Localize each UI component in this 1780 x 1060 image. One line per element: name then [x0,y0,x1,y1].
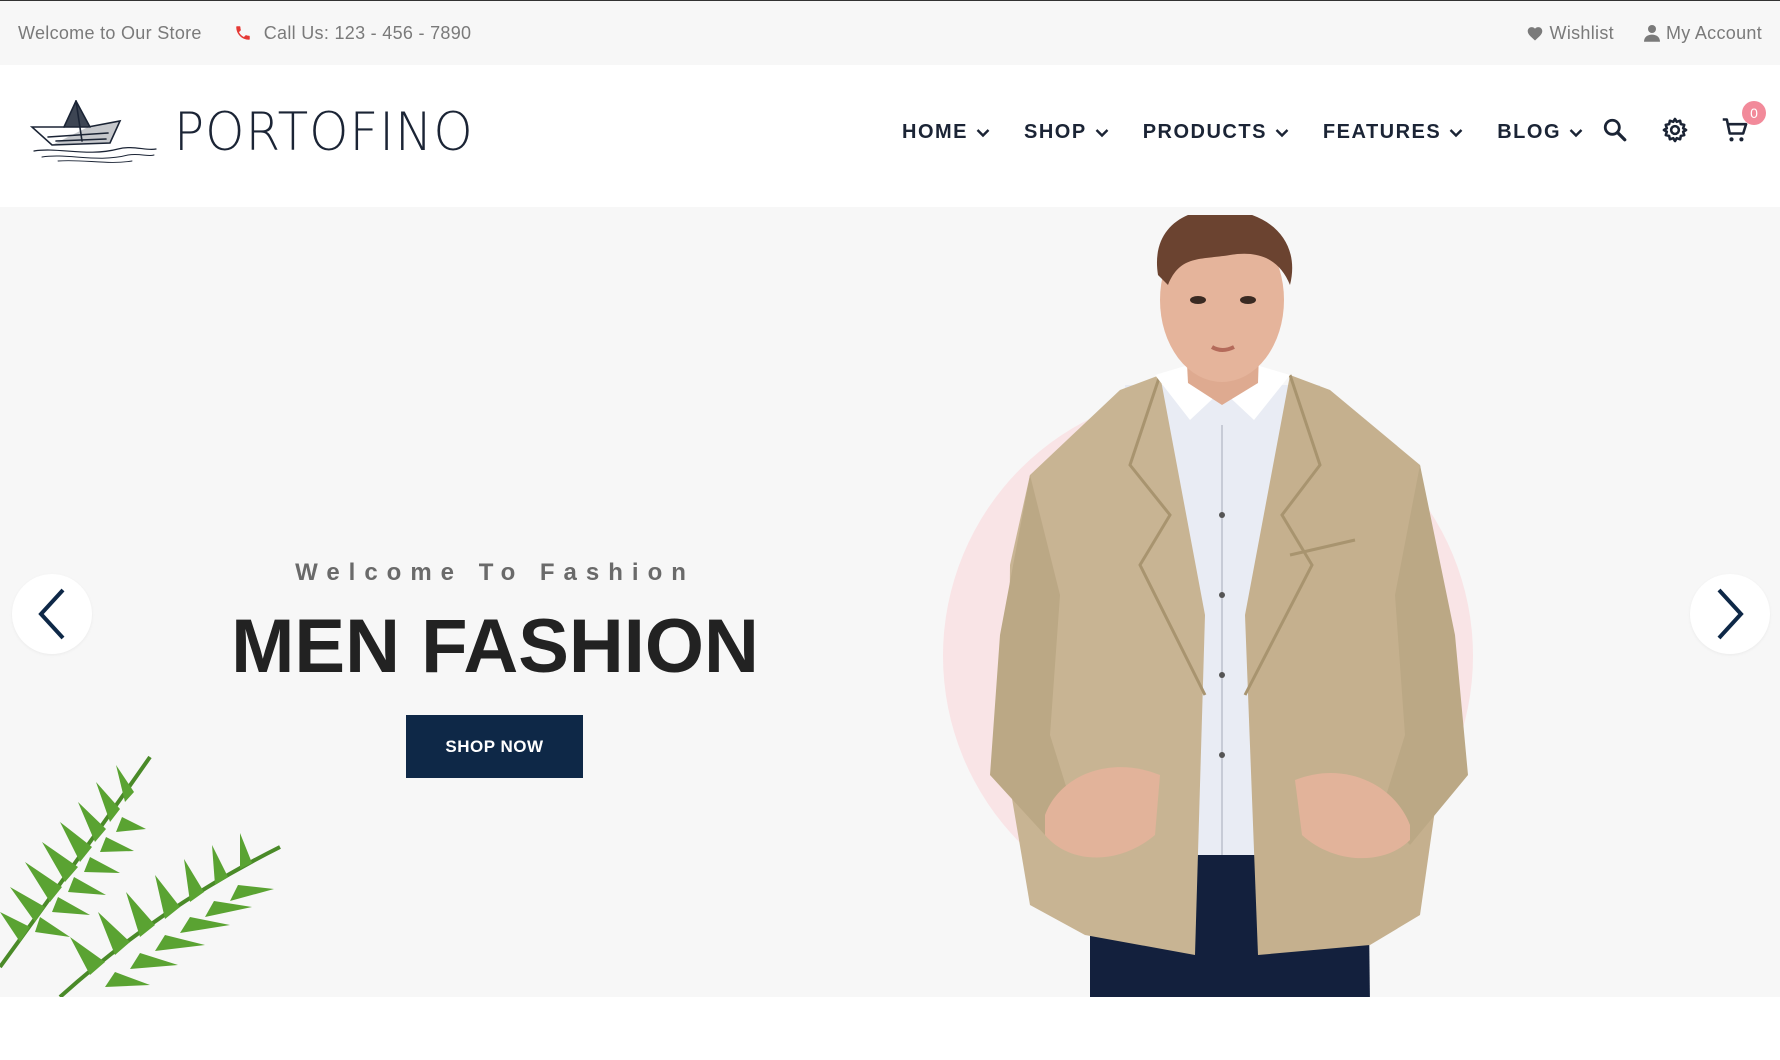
nav-item-label: SHOP [1024,121,1087,143]
nav-item-label: PRODUCTS [1142,121,1267,143]
chevron-down-icon [1569,128,1583,137]
nav-item-label: HOME [902,121,968,143]
phone-icon [235,26,250,40]
nav-item-blog[interactable]: BLOG [1497,121,1583,144]
main-nav: HOME SHOP PRODUCTS FEATURES BLOG [902,121,1617,144]
nav-item-products[interactable]: PRODUCTS [1143,121,1289,144]
user-icon [1643,25,1660,42]
chevron-down-icon [1095,128,1109,137]
slider-prev-button[interactable] [12,574,92,654]
header-icons: 0 [1600,101,1780,145]
settings-button[interactable] [1660,115,1690,145]
wishlist-link[interactable]: Wishlist [1526,23,1614,44]
top-bar: Welcome to Our Store Call Us: 123 - 456 … [0,0,1780,65]
top-bar-right: Wishlist My Account [1496,23,1762,44]
brand-logo[interactable]: PORTOFINO [28,97,474,167]
shop-now-button[interactable]: SHOP NOW [406,715,583,778]
nav-item-shop[interactable]: SHOP [1024,121,1109,144]
phone-info: Call Us: 123 - 456 - 7890 [234,23,472,44]
chevron-down-icon [1275,128,1289,137]
welcome-text: Welcome to Our Store [18,22,202,43]
paper-boat-logo-icon [29,100,157,163]
gear-icon [1662,117,1688,143]
nav-item-label: FEATURES [1322,121,1442,143]
fern-leaves-decoration [0,755,281,997]
brand-name: PORTOFINO [174,101,474,163]
search-button[interactable] [1600,115,1630,145]
cart-button[interactable]: 0 [1720,101,1766,145]
model-image [990,215,1468,997]
top-bar-left: Welcome to Our Store Call Us: 123 - 456 … [18,23,471,44]
my-account-link[interactable]: My Account [1643,22,1762,44]
search-icon [1603,118,1627,142]
hero-title: MEN FASHION [231,604,759,689]
nav-item-features[interactable]: FEATURES [1323,121,1463,144]
main-header: PORTOFINO HOME SHOP PRODUCTS FEATURES BL… [0,65,1780,207]
chevron-down-icon [1449,128,1463,137]
hero-subtitle: Welcome To Fashion [295,559,695,586]
nav-item-label: BLOG [1497,121,1562,143]
my-account-label: My Account [1665,22,1762,43]
phone-text: Call Us: 123 - 456 - 7890 [263,22,472,43]
heart-icon [1527,27,1542,41]
wishlist-label: Wishlist [1549,22,1614,43]
chevron-down-icon [976,128,990,137]
hero-slider: Welcome To Fashion MEN FASHION SHOP NOW [0,207,1780,997]
chevron-right-icon [1717,588,1744,640]
nav-item-home[interactable]: HOME [902,121,990,144]
chevron-left-icon [38,588,65,640]
slider-next-button[interactable] [1690,574,1770,654]
cart-count-badge: 0 [1742,101,1766,125]
